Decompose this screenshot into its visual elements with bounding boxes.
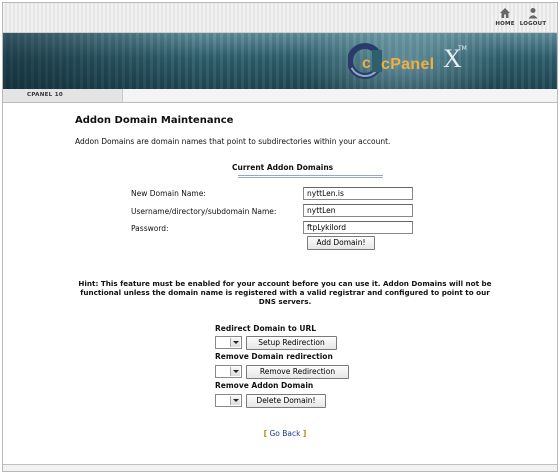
domain-name-label: New Domain Name: — [131, 189, 206, 198]
bracket-open: [ — [263, 429, 268, 438]
chevron-down-icon — [230, 396, 240, 405]
add-domain-button[interactable]: Add Domain! — [307, 236, 375, 250]
remove-redirection-button[interactable]: Remove Redirection — [246, 365, 349, 379]
intro-text: Addon Domains are domain names that poin… — [75, 137, 391, 146]
subheader-bar: CPANEL 10 — [3, 89, 557, 103]
setup-redirection-button[interactable]: Setup Redirection — [246, 336, 337, 350]
delete-domain-button[interactable]: Delete Domain! — [246, 394, 326, 408]
password-input[interactable] — [303, 221, 413, 234]
breadcrumb-label: CPANEL 10 — [27, 92, 63, 98]
svg-text:c: c — [362, 55, 371, 72]
remove-addon-select[interactable] — [215, 394, 242, 407]
cpanel-banner: c cPanel X TM — [3, 33, 557, 89]
remove-redirect-select[interactable] — [215, 365, 242, 378]
logo-tm: TM — [458, 45, 467, 52]
redirect-title: Redirect Domain to URL — [215, 324, 316, 333]
hint-text: Hint: This feature must be enabled for y… — [78, 279, 492, 306]
person-icon — [528, 8, 538, 19]
top-nav: HOME LOGOUT — [3, 3, 557, 33]
section-divider — [238, 175, 383, 178]
logo-text: cPanel — [381, 56, 435, 73]
go-back-link[interactable]: Go Back — [270, 429, 301, 438]
chevron-down-icon — [230, 338, 240, 347]
current-addons-title: Current Addon Domains — [232, 163, 334, 172]
home-label: HOME — [495, 21, 515, 27]
bracket-close: ] — [302, 429, 307, 438]
username-input[interactable] — [303, 204, 413, 217]
cpanel-logo-icon: c — [348, 43, 382, 79]
logout-label: LOGOUT — [519, 21, 547, 27]
domain-name-input[interactable] — [303, 187, 413, 200]
remove-addon-title: Remove Addon Domain — [215, 381, 314, 390]
chevron-down-icon — [230, 367, 240, 376]
house-icon — [500, 8, 510, 18]
username-label: Username/directory/subdomain Name: — [131, 207, 277, 216]
password-label: Password: — [131, 224, 169, 233]
app-window: HOME LOGOUT c cPanel X TM CPANEL 10 Addo… — [2, 2, 558, 472]
home-button[interactable]: HOME — [491, 7, 519, 27]
bottom-rule — [3, 464, 557, 471]
remove-redirection-title: Remove Domain redirection — [215, 352, 333, 361]
redirect-domain-select[interactable] — [215, 336, 242, 349]
logout-button[interactable]: LOGOUT — [519, 7, 547, 27]
breadcrumb: CPANEL 10 — [3, 89, 123, 102]
page-title: Addon Domain Maintenance — [75, 115, 234, 126]
go-back-row: [ Go Back ] — [75, 429, 495, 438]
